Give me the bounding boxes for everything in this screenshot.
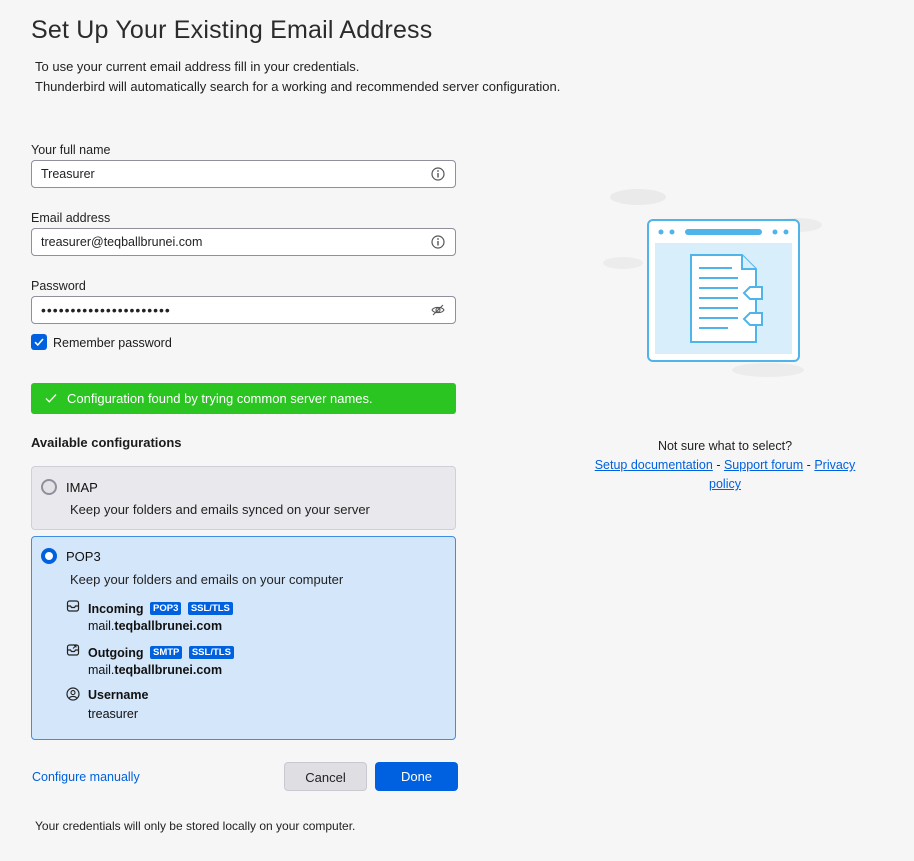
incoming-protocol-badge: POP3 <box>150 602 182 616</box>
incoming-row: Incoming POP3 SSL/TLS <box>88 600 233 618</box>
configurations-heading: Available configurations <box>31 435 182 450</box>
email-field[interactable]: treasurer@teqballbrunei.com <box>31 228 456 256</box>
page-title: Set Up Your Existing Email Address <box>31 16 433 44</box>
name-field[interactable]: Treasurer <box>31 160 456 188</box>
outgoing-host-domain: teqballbrunei.com <box>114 663 223 677</box>
remember-password-label[interactable]: Remember password <box>53 336 172 350</box>
outgoing-protocol-badge: SMTP <box>150 646 183 660</box>
imap-description: Keep your folders and emails synced on y… <box>70 502 370 517</box>
status-message: Configuration found by trying common ser… <box>67 391 373 406</box>
setup-documentation-link[interactable]: Setup documentation <box>595 458 713 472</box>
help-links: Setup documentation - Support forum - Pr… <box>580 456 870 494</box>
inbox-icon <box>66 600 80 612</box>
incoming-host: mail.teqballbrunei.com <box>88 619 222 633</box>
name-label: Your full name <box>31 143 111 157</box>
incoming-security-badge: SSL/TLS <box>187 602 233 616</box>
configure-manually-link[interactable]: Configure manually <box>32 770 140 784</box>
footer-note: Your credentials will only be stored loc… <box>35 819 356 833</box>
user-icon <box>66 687 80 701</box>
pop3-description: Keep your folders and emails on your com… <box>70 572 344 587</box>
check-icon <box>45 394 57 403</box>
password-label: Password <box>31 279 86 293</box>
info-icon[interactable] <box>431 167 445 181</box>
imap-radio[interactable] <box>41 479 57 495</box>
pop3-option-card[interactable]: POP3 Keep your folders and emails on you… <box>31 536 456 740</box>
document-illustration <box>603 189 822 377</box>
link-separator: - <box>806 458 811 472</box>
checkmark-icon <box>34 338 44 347</box>
help-question: Not sure what to select? <box>657 439 793 453</box>
username-label: Username <box>88 688 149 702</box>
cancel-button[interactable]: Cancel <box>284 762 367 791</box>
remember-password-checkbox[interactable] <box>31 334 47 350</box>
info-icon[interactable] <box>431 235 445 249</box>
name-value: Treasurer <box>41 167 95 181</box>
imap-title: IMAP <box>66 480 98 495</box>
link-separator: - <box>716 458 721 472</box>
password-value: •••••••••••••••••••••• <box>41 302 171 318</box>
help-section: Not sure what to select? Setup documenta… <box>580 437 870 494</box>
imap-option-card[interactable]: IMAP Keep your folders and emails synced… <box>31 466 456 530</box>
password-field[interactable]: •••••••••••••••••••••• <box>31 296 456 324</box>
username-value: treasurer <box>88 707 139 721</box>
incoming-host-domain: teqballbrunei.com <box>114 619 223 633</box>
outgoing-security-badge: SSL/TLS <box>188 646 234 660</box>
eye-slash-icon[interactable] <box>431 303 445 317</box>
email-value: treasurer@teqballbrunei.com <box>41 235 203 249</box>
outgoing-host-prefix: mail. <box>88 663 115 677</box>
outgoing-host: mail.teqballbrunei.com <box>88 663 222 677</box>
outgoing-row: Outgoing SMTP SSL/TLS <box>88 644 234 662</box>
support-forum-link[interactable]: Support forum <box>724 458 803 472</box>
outgoing-label: Outgoing <box>88 646 144 660</box>
outbox-icon <box>66 644 80 656</box>
pop3-title: POP3 <box>66 549 101 564</box>
done-button[interactable]: Done <box>375 762 458 791</box>
incoming-host-prefix: mail. <box>88 619 115 633</box>
incoming-label: Incoming <box>88 602 144 616</box>
pop3-radio[interactable] <box>41 548 57 564</box>
email-label: Email address <box>31 211 111 225</box>
subtitle-line-1: To use your current email address fill i… <box>35 59 360 74</box>
page-subtitle: To use your current email address fill i… <box>35 57 560 97</box>
status-banner: Configuration found by trying common ser… <box>31 383 456 414</box>
subtitle-line-2: Thunderbird will automatically search fo… <box>35 79 561 94</box>
